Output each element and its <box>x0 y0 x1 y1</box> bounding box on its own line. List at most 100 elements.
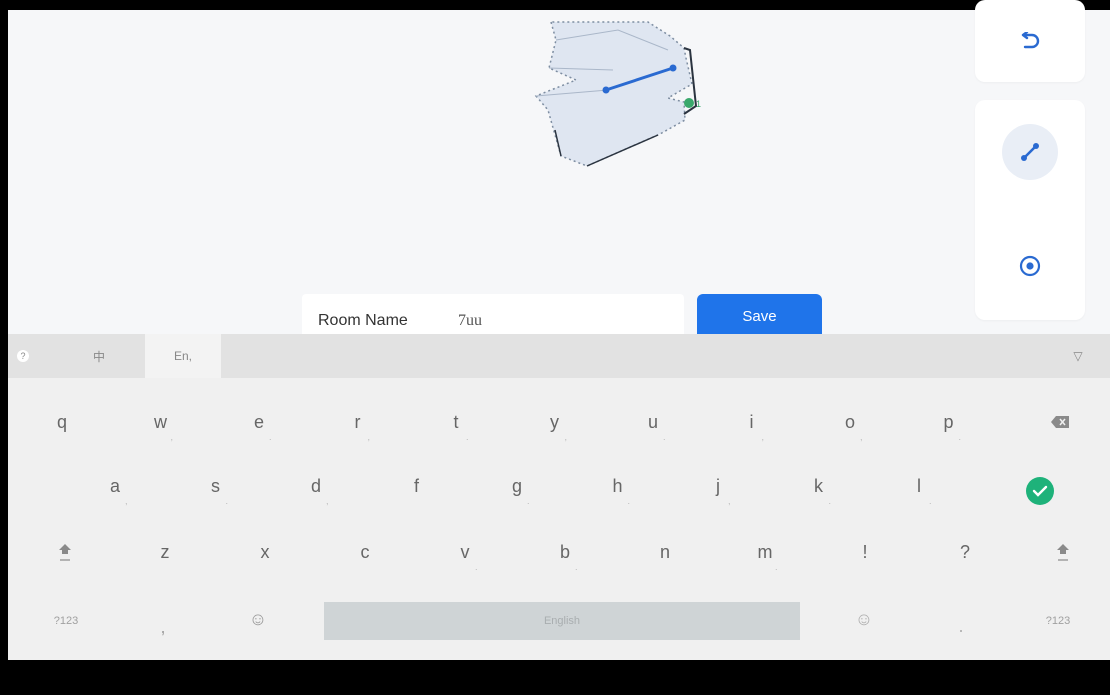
map-room-shape <box>534 21 698 167</box>
key-z[interactable]: z <box>117 522 213 582</box>
key-u-label: u <box>647 411 658 432</box>
key-h-label: h <box>612 475 623 496</box>
key-r-label: r <box>354 411 361 432</box>
key-question[interactable]: ? <box>917 522 1013 582</box>
shift-icon <box>59 544 71 561</box>
key-o-label: o <box>844 411 855 432</box>
key-exclamation[interactable]: ! <box>817 522 913 582</box>
key-c[interactable]: c <box>317 522 413 582</box>
key-r[interactable]: r, <box>310 392 406 452</box>
room-name-label: Room Name <box>318 312 408 329</box>
key-s[interactable]: s. <box>168 456 264 516</box>
key-t[interactable]: t. <box>408 392 504 452</box>
key-l[interactable]: l. <box>871 456 967 516</box>
map-canvas[interactable]: 1 <box>8 10 1110 334</box>
room-name-bar: Room Name <box>302 294 684 334</box>
key-e[interactable]: e. <box>211 392 307 452</box>
key-s-sublabel: . <box>225 496 229 506</box>
shift-icon <box>1057 544 1069 561</box>
key-e-label: e <box>253 411 264 432</box>
left-edge <box>0 0 8 660</box>
comma-key-label: , <box>160 616 166 637</box>
key-k[interactable]: k. <box>771 456 867 516</box>
key-y[interactable]: y, <box>507 392 603 452</box>
line-tool-icon <box>1021 143 1039 161</box>
emoji-key-right[interactable]: ☺ <box>816 589 912 649</box>
key-m-sublabel: . <box>775 562 778 572</box>
enter-check-icon <box>1026 477 1054 505</box>
key-u[interactable]: u. <box>605 392 701 452</box>
key-v[interactable]: v. <box>417 522 513 582</box>
save-button[interactable]: Save <box>697 294 822 334</box>
keyboard-tab-chinese[interactable]: 中 <box>74 334 124 378</box>
backspace-key[interactable] <box>1012 392 1108 452</box>
key-y-label: y <box>550 411 559 432</box>
keyboard-help-icon[interactable]: ? <box>8 334 38 378</box>
key-i[interactable]: i, <box>704 392 800 452</box>
period-key[interactable]: . <box>913 596 1009 656</box>
divider-handle-end[interactable] <box>669 64 677 72</box>
target-icon <box>1019 255 1041 277</box>
divider-handle-start[interactable] <box>602 86 610 94</box>
key-d[interactable]: d, <box>268 456 364 516</box>
key-r-sublabel: , <box>367 432 371 442</box>
shift-key-right[interactable] <box>1015 522 1110 582</box>
key-a[interactable]: a, <box>67 456 163 516</box>
key-d-label: d <box>310 475 321 496</box>
key-j-sublabel: , <box>728 496 731 506</box>
symbols-key-right[interactable]: ?123 <box>1010 591 1106 651</box>
symbols-key-left-label: ?123 <box>53 615 79 627</box>
symbols-key-left[interactable]: ?123 <box>18 591 114 651</box>
key-a-label: a <box>109 475 120 496</box>
key-j[interactable]: j, <box>670 456 766 516</box>
key-c-label: c <box>360 541 370 562</box>
space-bar[interactable]: English <box>324 602 800 640</box>
target-tool-button[interactable] <box>1002 238 1058 294</box>
status-strip <box>0 0 1110 10</box>
key-n-label: n <box>659 541 670 562</box>
symbols-key-right-label: ?123 <box>1045 615 1071 627</box>
key-m[interactable]: m. <box>717 522 813 582</box>
key-o-sublabel: , <box>860 432 863 442</box>
map-area[interactable]: 1 <box>8 10 1110 334</box>
key-m-label: m <box>757 541 773 562</box>
room-name-input[interactable] <box>458 310 668 332</box>
keyboard-collapse-icon[interactable]: ▽ <box>1058 334 1098 378</box>
key-p-sublabel: . <box>958 432 962 442</box>
key-w-sublabel: , <box>170 432 174 442</box>
key-o[interactable]: o, <box>802 392 898 452</box>
key-x-label: x <box>260 541 270 562</box>
key-n[interactable]: n <box>617 522 713 582</box>
key-b-sublabel: . <box>575 562 578 572</box>
soft-keyboard: ? 中 En, ▽ qw,e.r,t.y,u.i,o,p.a,s.d,fg.h.… <box>8 334 1110 660</box>
app-root: 1 Room Name Save <box>0 0 1110 695</box>
key-i-label: i <box>749 411 754 432</box>
key-k-label: k <box>814 475 823 496</box>
key-i-sublabel: , <box>761 432 765 442</box>
keyboard-tab-english[interactable]: En, <box>145 334 221 378</box>
key-x[interactable]: x <box>217 522 313 582</box>
key-h[interactable]: h. <box>570 456 666 516</box>
line-tool-button[interactable] <box>1002 124 1058 180</box>
emoji-key[interactable]: ☺ <box>210 589 306 649</box>
key-q-label: q <box>56 411 67 432</box>
undo-button[interactable] <box>1002 14 1058 70</box>
key-y-sublabel: , <box>564 432 568 442</box>
key-w[interactable]: w, <box>113 392 209 452</box>
enter-key[interactable] <box>992 461 1088 521</box>
key-g[interactable]: g. <box>469 456 565 516</box>
comma-key[interactable]: , <box>115 597 211 657</box>
shift-key-left[interactable] <box>17 522 113 582</box>
emoji-key-right-label: ☺ <box>854 608 874 629</box>
key-l-sublabel: . <box>929 496 932 506</box>
key-p-label: p <box>943 411 954 432</box>
key-b[interactable]: b. <box>517 522 613 582</box>
key-p[interactable]: p. <box>901 392 997 452</box>
key-w-label: w <box>154 411 167 432</box>
key-l-label: l <box>917 475 921 496</box>
period-key-label: . <box>958 615 964 636</box>
key-f[interactable]: f <box>369 456 465 516</box>
key-v-label: v <box>460 541 470 562</box>
key-q[interactable]: q <box>14 392 110 452</box>
robot-marker-icon <box>684 98 694 108</box>
